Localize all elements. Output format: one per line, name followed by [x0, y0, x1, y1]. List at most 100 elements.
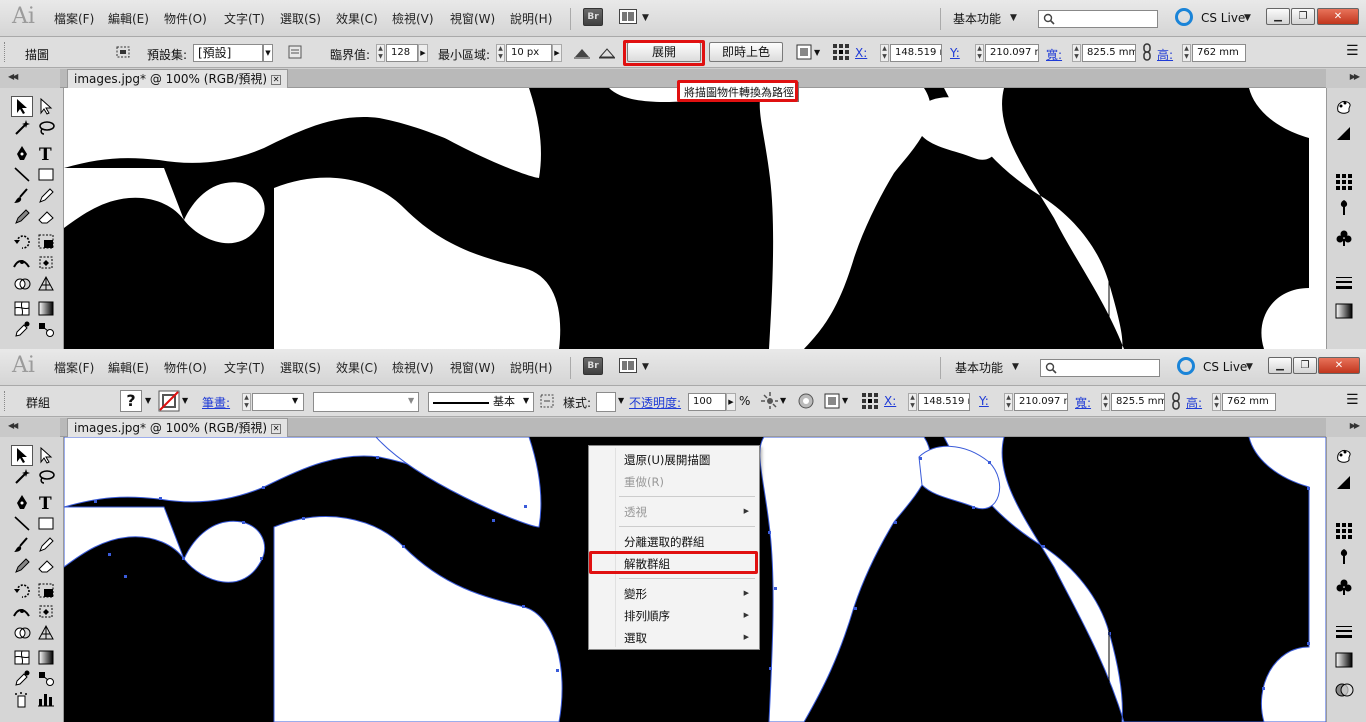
gradient-panel-icon[interactable] [1334, 301, 1354, 321]
swatches-panel-icon[interactable] [1334, 521, 1354, 541]
cslive-menu[interactable]: CS Live [1203, 360, 1247, 374]
brush-options-icon[interactable] [538, 392, 556, 410]
menu-effect[interactable]: 效果(C) [336, 359, 378, 376]
search-input[interactable] [1040, 359, 1160, 377]
height-label[interactable]: 高: [1186, 394, 1202, 411]
blob-brush-tool-icon[interactable] [12, 207, 32, 226]
brush-profile-select[interactable]: 基本 [428, 392, 534, 412]
graphic-style-swatch[interactable] [596, 392, 616, 412]
menu-item-undo[interactable]: 還原(U)展開描圖 [624, 452, 710, 468]
chevron-down-icon[interactable]: ▼ [780, 396, 786, 405]
menu-item-isolate-group[interactable]: 分離選取的群組 [624, 534, 705, 550]
y-field[interactable]: 210.097 mi [1014, 393, 1068, 411]
selection-tool-icon[interactable] [11, 445, 33, 466]
menu-help[interactable]: 說明(H) [510, 359, 552, 376]
pencil-tool-icon[interactable] [36, 535, 56, 554]
stroke-swatch-icon[interactable] [158, 390, 180, 412]
shape-builder-tool-icon[interactable] [12, 623, 32, 642]
expand-icon[interactable]: ▶▶ [1350, 72, 1360, 81]
gradient-tool-icon[interactable] [36, 299, 56, 318]
min-area-arrow-icon[interactable]: ▶ [552, 44, 562, 62]
height-label[interactable]: 高: [1157, 46, 1173, 63]
chevron-down-icon[interactable]: ▼ [618, 396, 624, 405]
chevron-down-icon[interactable]: ▼ [1246, 362, 1253, 372]
height-field[interactable]: 762 mm [1222, 393, 1276, 411]
preset-select[interactable]: [預設] [193, 44, 263, 62]
workspace-switcher[interactable]: 基本功能 [953, 10, 1001, 27]
expand-icon[interactable]: ▶▶ [1350, 421, 1360, 430]
eraser-tool-icon[interactable] [36, 556, 56, 575]
color-panel-icon[interactable] [1334, 446, 1354, 466]
eyedropper-tool-icon[interactable] [12, 669, 32, 688]
search-input[interactable] [1038, 10, 1158, 28]
panel-menu-icon[interactable]: ☰ [1346, 392, 1359, 408]
pencil-tool-icon[interactable] [36, 186, 56, 205]
menu-window[interactable]: 視窗(W) [450, 359, 495, 376]
paintbrush-tool-icon[interactable] [12, 535, 32, 554]
x-field[interactable]: 148.519 mi [890, 44, 942, 62]
transparency-icon[interactable] [823, 392, 841, 410]
menu-type[interactable]: 文字(T) [224, 359, 265, 376]
menu-item-arrange[interactable]: 排列順序 [624, 608, 670, 624]
panel-grip[interactable] [4, 391, 7, 411]
menu-edit[interactable]: 編輯(E) [108, 359, 149, 376]
cslive-menu[interactable]: CS Live [1201, 11, 1245, 25]
scale-tool-icon[interactable] [36, 581, 56, 600]
cslive-icon[interactable] [1175, 8, 1193, 26]
column-graph-tool-icon[interactable] [36, 690, 56, 709]
y-stepper[interactable]: ▲ ▼ [975, 44, 984, 62]
close-button[interactable]: ✕ [1318, 357, 1360, 374]
rotate-tool-icon[interactable] [12, 581, 32, 600]
lasso-tool-icon[interactable] [36, 118, 56, 137]
opacity-label[interactable]: 不透明度: [629, 394, 681, 411]
scale-tool-icon[interactable] [36, 232, 56, 251]
free-transform-tool-icon[interactable] [36, 253, 56, 272]
width-field[interactable]: 825.5 mm [1082, 44, 1136, 62]
opacity-field[interactable]: 100 [688, 393, 726, 411]
symbols-panel-icon[interactable] [1334, 228, 1354, 248]
collapse-icon[interactable]: ◀◀ [8, 421, 18, 430]
paintbrush-tool-icon[interactable] [12, 186, 32, 205]
chevron-down-icon[interactable]: ▼ [292, 396, 298, 405]
link-icon[interactable] [1169, 392, 1187, 410]
menu-select[interactable]: 選取(S) [280, 359, 321, 376]
line-tool-icon[interactable] [12, 165, 32, 184]
mesh-tool-icon[interactable] [12, 299, 32, 318]
brushes-panel-icon[interactable] [1334, 198, 1354, 218]
x-label[interactable]: X: [884, 394, 896, 408]
type-tool-icon[interactable]: T [36, 493, 56, 512]
close-button[interactable]: ✕ [1317, 8, 1359, 25]
chevron-down-icon[interactable]: ▼ [642, 362, 649, 372]
y-stepper[interactable]: ▲ ▼ [1004, 393, 1013, 411]
height-stepper[interactable]: ▲ ▼ [1182, 44, 1191, 62]
transparency-icon[interactable] [795, 43, 813, 61]
gradient-panel-icon[interactable] [1334, 650, 1354, 670]
x-field[interactable]: 148.519 mi [918, 393, 970, 411]
pen-tool-icon[interactable] [12, 144, 32, 163]
stroke-panel-icon[interactable] [1334, 274, 1354, 294]
menu-help[interactable]: 說明(H) [510, 10, 552, 27]
panel-grip[interactable] [4, 42, 7, 62]
rotate-tool-icon[interactable] [12, 232, 32, 251]
tracing-options-icon[interactable] [286, 43, 304, 61]
width-label[interactable]: 寬: [1075, 394, 1091, 411]
fill-swatch-icon[interactable]: ? [120, 390, 142, 412]
color-guide-icon[interactable] [1334, 124, 1354, 144]
chevron-down-icon[interactable]: ▼ [408, 396, 414, 405]
chevron-down-icon[interactable]: ▼ [523, 396, 529, 405]
line-tool-icon[interactable] [12, 514, 32, 533]
direct-selection-tool-icon[interactable] [36, 446, 56, 465]
close-icon[interactable]: ✕ [271, 423, 282, 434]
chevron-down-icon[interactable]: ▼ [1010, 13, 1017, 23]
eyedropper-tool-icon[interactable] [12, 320, 32, 339]
transparency-panel-icon[interactable] [1334, 680, 1354, 700]
width-tool-icon[interactable] [12, 253, 32, 272]
workspace-switcher[interactable]: 基本功能 [955, 359, 1003, 376]
color-guide-icon[interactable] [1334, 473, 1354, 493]
menu-file[interactable]: 檔案(F) [54, 359, 94, 376]
menu-object[interactable]: 物件(O) [164, 10, 207, 27]
threshold-field[interactable]: 128 [386, 44, 418, 62]
rectangle-tool-icon[interactable] [36, 165, 56, 184]
menu-item-select[interactable]: 選取 [624, 630, 647, 646]
width-stepper[interactable]: ▲ ▼ [1072, 44, 1081, 62]
